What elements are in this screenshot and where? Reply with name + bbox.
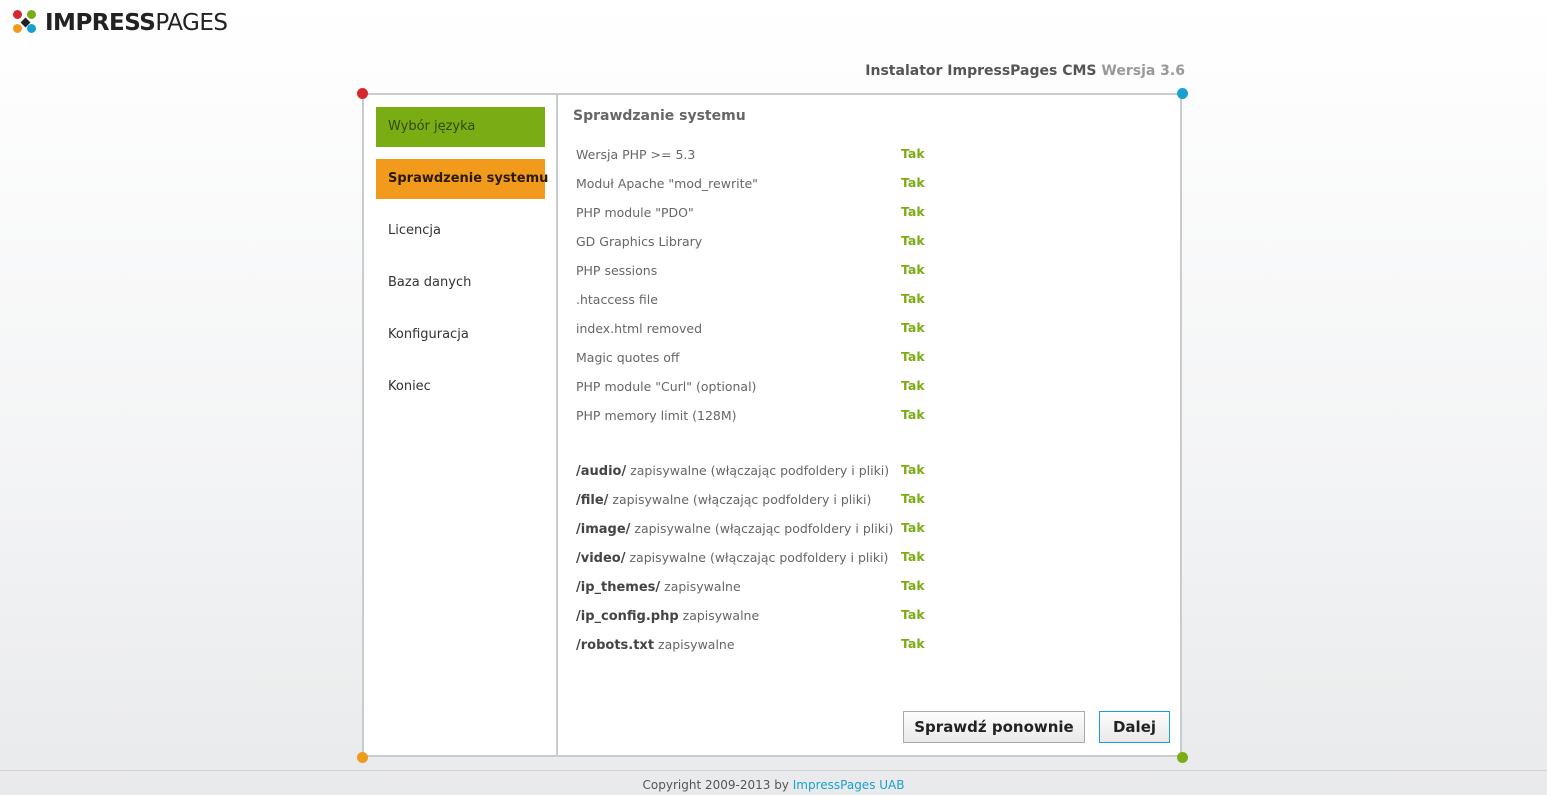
corner-dot-blue	[1177, 88, 1188, 99]
check-row: PHP sessions Tak	[576, 262, 925, 278]
logo-text: IMPRESSPAGES	[45, 10, 228, 36]
check-result: Tak	[901, 407, 925, 422]
check-result: Tak	[901, 233, 925, 248]
step-license[interactable]: Licencja	[376, 211, 545, 251]
check-result: Tak	[901, 607, 925, 622]
sidebar-divider	[556, 95, 558, 757]
check-result: Tak	[901, 349, 925, 364]
writable-row: /robots.txt zapisywalne Tak	[576, 636, 925, 653]
check-result: Tak	[901, 578, 925, 593]
writable-row: /video/ zapisywalne (włączając podfolder…	[576, 549, 925, 566]
logo: IMPRESSPAGES	[13, 9, 228, 37]
check-result: Tak	[901, 320, 925, 335]
writable-row: /ip_config.php zapisywalne Tak	[576, 607, 925, 624]
check-result: Tak	[901, 378, 925, 393]
step-database[interactable]: Baza danych	[376, 263, 545, 303]
writable-row: /ip_themes/ zapisywalne Tak	[576, 578, 925, 595]
corner-dot-red	[357, 88, 368, 99]
check-result: Tak	[901, 204, 925, 219]
check-row: PHP memory limit (128M) Tak	[576, 407, 925, 423]
logo-icon	[13, 10, 39, 36]
version-label: Wersja 3.6	[1101, 63, 1185, 79]
check-row: Magic quotes off Tak	[576, 349, 925, 365]
check-row: index.html removed Tak	[576, 320, 925, 336]
step-configuration[interactable]: Konfiguracja	[376, 315, 545, 355]
check-result: Tak	[901, 491, 925, 506]
check-row: Moduł Apache "mod_rewrite" Tak	[576, 175, 925, 191]
check-result: Tak	[901, 520, 925, 535]
installer-title: Instalator ImpressPages CMS Wersja 3.6	[865, 63, 1185, 79]
recheck-button[interactable]: Sprawdź ponownie	[903, 711, 1085, 743]
check-row: GD Graphics Library Tak	[576, 233, 925, 249]
step-finish[interactable]: Koniec	[376, 367, 545, 407]
check-result: Tak	[901, 291, 925, 306]
main-content: Sprawdzanie systemu Wersja PHP >= 5.3 Tak…	[573, 107, 1173, 653]
next-button[interactable]: Dalej	[1099, 711, 1170, 743]
check-result: Tak	[901, 636, 925, 651]
check-row: PHP module "PDO" Tak	[576, 204, 925, 220]
check-result: Tak	[901, 175, 925, 190]
page-title: Sprawdzanie systemu	[573, 108, 746, 124]
check-result: Tak	[901, 262, 925, 277]
check-result: Tak	[901, 549, 925, 564]
writable-row: /image/ zapisywalne (włączając podfolder…	[576, 520, 925, 537]
footer-divider	[0, 770, 1547, 771]
copyright-text: Copyright 2009-2013 by	[642, 778, 789, 792]
writable-row: /file/ zapisywalne (włączając podfoldery…	[576, 491, 925, 508]
check-list: Wersja PHP >= 5.3 Tak Moduł Apache "mod_r…	[576, 146, 1176, 666]
steps-sidebar: Wybór języka Sprawdzenie systemu Licencj…	[376, 107, 548, 419]
footer: Copyright 2009-2013 by ImpressPages UAB	[0, 778, 1547, 792]
check-row: Wersja PHP >= 5.3 Tak	[576, 146, 925, 162]
corner-dot-orange	[357, 752, 368, 763]
check-result: Tak	[901, 146, 925, 161]
check-result: Tak	[901, 462, 925, 477]
corner-dot-green	[1177, 752, 1188, 763]
check-row: .htaccess file Tak	[576, 291, 925, 307]
step-system-check[interactable]: Sprawdzenie systemu	[376, 159, 548, 199]
writable-row: /audio/ zapisywalne (włączając podfolder…	[576, 462, 925, 479]
step-language[interactable]: Wybór języka	[376, 107, 545, 147]
installer-title-text: Instalator ImpressPages CMS	[865, 63, 1097, 79]
check-row: PHP module "Curl" (optional) Tak	[576, 378, 925, 394]
company-link[interactable]: ImpressPages UAB	[793, 778, 905, 792]
